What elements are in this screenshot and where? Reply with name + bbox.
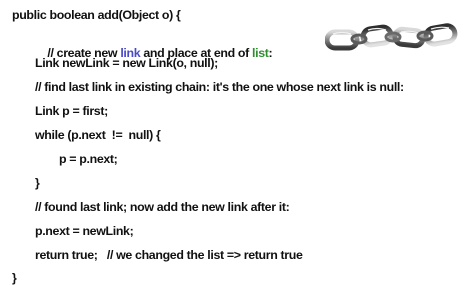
code-line-comment-find: // find last link in existing chain: it'…	[35, 80, 404, 94]
list-keyword: list	[252, 46, 269, 60]
code-line-assign-first: Link p = first;	[35, 104, 108, 118]
chain-links-icon	[325, 23, 458, 51]
code-line-advance: p = p.next;	[59, 152, 118, 166]
code-listing: public boolean add(Object o) { // create…	[0, 0, 468, 285]
code-line-set-next: p.next = newLink;	[35, 224, 134, 238]
code-line-return: return true; // we changed the list => r…	[35, 248, 303, 262]
comment-text: :	[268, 46, 273, 60]
code-line-comment-found: // found last link; now add the new link…	[35, 200, 290, 214]
code-line-new-link: Link newLink = new Link(o, null);	[35, 56, 218, 70]
code-line-signature: public boolean add(Object o) {	[12, 8, 181, 22]
code-line-close-while: }	[35, 176, 40, 190]
code-line-while: while (p.next != null) {	[35, 128, 161, 142]
